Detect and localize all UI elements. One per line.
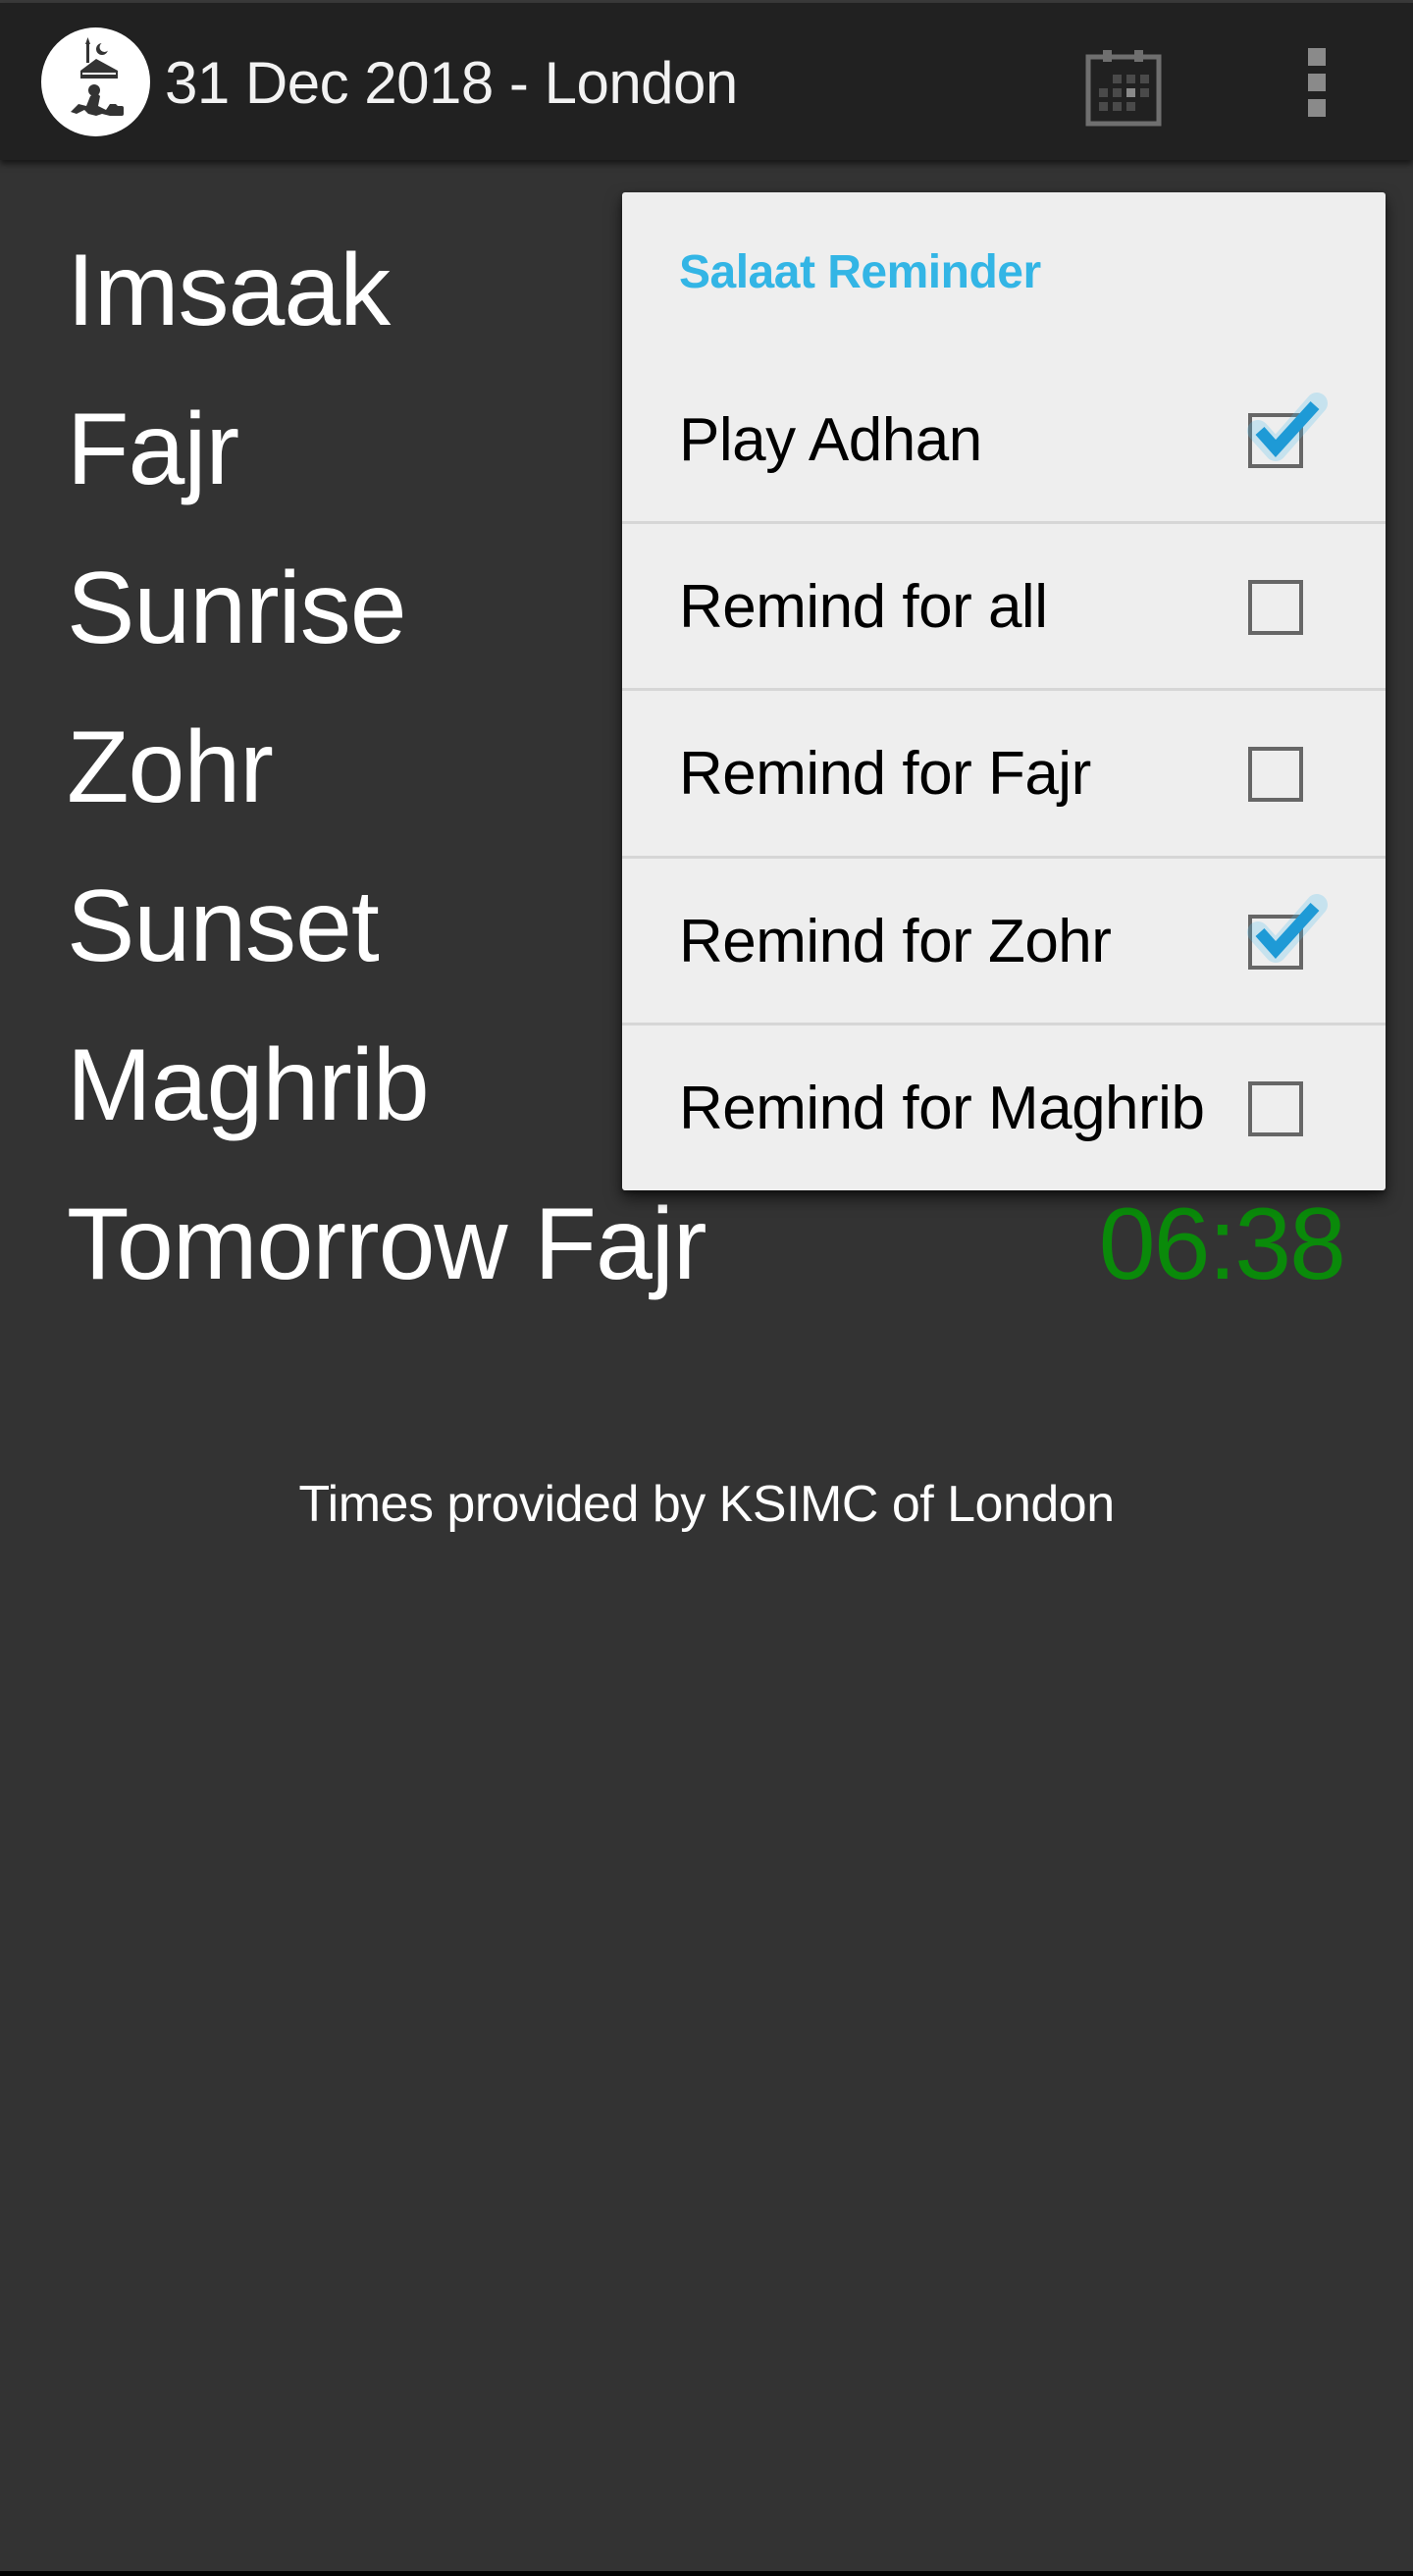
remind-all-checkbox[interactable] — [1248, 580, 1303, 635]
play-adhan-checkbox[interactable] — [1247, 393, 1328, 468]
source-credit: Times provided by KSIMC of London — [298, 1476, 1115, 1533]
menu-item-label: Remind for Zohr — [679, 908, 1112, 975]
menu-item-label: Remind for Fajr — [679, 740, 1091, 808]
prayer-logo-icon — [71, 37, 124, 116]
bottom-edge — [0, 2571, 1413, 2576]
calendar-icon — [1085, 50, 1162, 127]
prayer-name: Maghrib — [67, 1028, 430, 1142]
prayer-name: Sunrise — [67, 552, 407, 665]
menu-item-remind-zohr[interactable]: Remind for Zohr — [622, 856, 1386, 1025]
app-bar: 31 Dec 2018 - London — [0, 3, 1413, 160]
menu-item-play-adhan[interactable]: Play Adhan — [622, 357, 1386, 524]
menu-item-label: Play Adhan — [679, 406, 982, 474]
remind-zohr-checkbox[interactable] — [1247, 894, 1328, 970]
prayer-name: Fajr — [67, 393, 239, 506]
app-title: 31 Dec 2018 - London — [165, 50, 738, 116]
salaat-reminder-menu: Salaat Reminder Play Adhan Remind for al… — [622, 192, 1386, 1190]
menu-item-label: Remind for all — [679, 573, 1048, 641]
menu-item-remind-fajr[interactable]: Remind for Fajr — [622, 688, 1386, 858]
menu-title: Salaat Reminder — [679, 246, 1041, 298]
remind-fajr-checkbox[interactable] — [1248, 747, 1303, 802]
overflow-menu-button[interactable] — [1287, 40, 1346, 131]
app-logo[interactable] — [41, 27, 150, 136]
prayer-name: Imsaak — [67, 234, 391, 347]
prayer-name: Sunset — [67, 869, 380, 983]
checkmark-icon — [1247, 393, 1328, 461]
next-prayer-time: 06:38 — [1098, 1187, 1346, 1301]
checkmark-icon — [1247, 894, 1328, 963]
calendar-button[interactable] — [1079, 40, 1170, 131]
menu-item-label: Remind for Maghrib — [679, 1075, 1205, 1142]
menu-item-remind-all[interactable]: Remind for all — [622, 521, 1386, 691]
menu-item-remind-maghrib[interactable]: Remind for Maghrib — [622, 1023, 1386, 1192]
remind-maghrib-checkbox[interactable] — [1248, 1081, 1303, 1136]
prayer-name: Zohr — [67, 710, 274, 824]
prayer-name: Tomorrow Fajr — [67, 1187, 707, 1301]
